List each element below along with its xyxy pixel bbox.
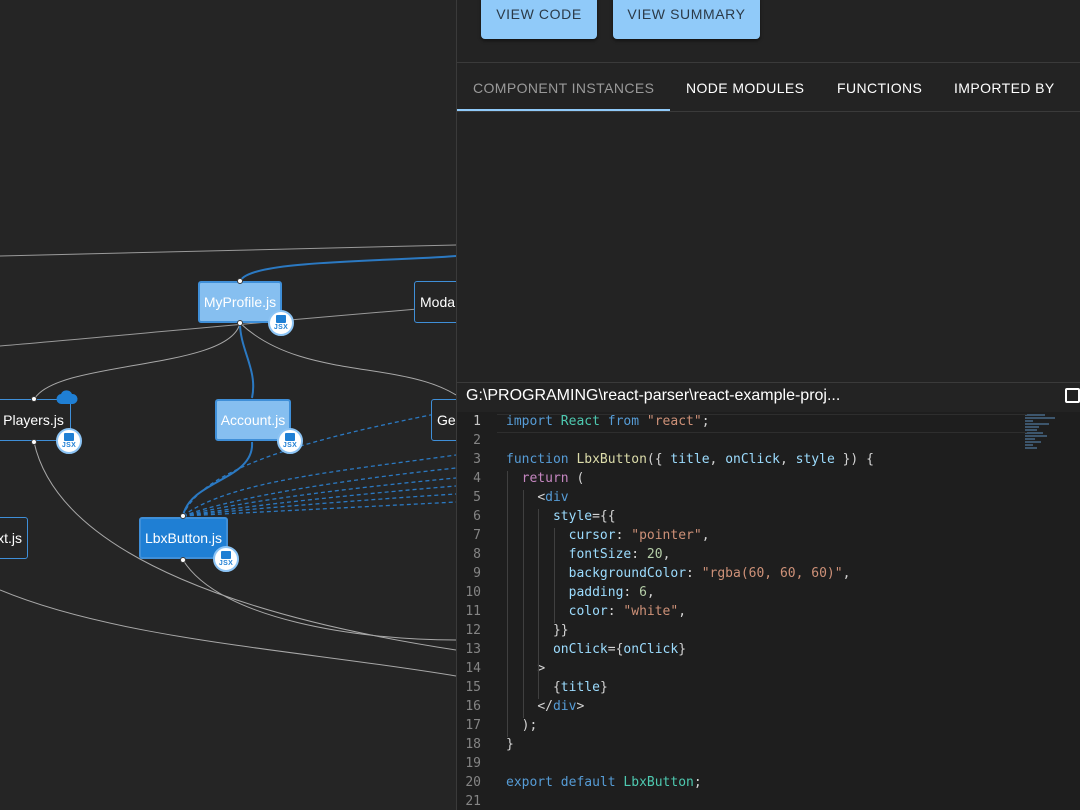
line-number: 20 [465, 775, 481, 790]
line-number: 18 [465, 737, 481, 752]
code-text: backgroundColor: "rgba(60, 60, 60)", [568, 566, 851, 581]
line-number: 11 [465, 604, 481, 619]
maximize-icon[interactable] [1065, 388, 1080, 403]
code-text: > [537, 661, 546, 676]
code-line: 11 color: "white", [457, 604, 1080, 623]
code-text: cursor: "pointer", [568, 528, 710, 543]
code-line: 10 padding: 6, [457, 585, 1080, 604]
code-line: 18} [457, 737, 1080, 756]
code-text: color: "white", [568, 604, 687, 619]
tab-node-modules[interactable]: NODE MODULES [686, 63, 804, 112]
node-port [237, 320, 243, 326]
code-line: 13 onClick={onClick} [457, 642, 1080, 661]
line-number: 6 [473, 509, 481, 524]
code-text: function LbxButton({ title, onClick, sty… [506, 452, 874, 467]
code-text: <div [537, 490, 569, 505]
dependency-graph-canvas[interactable]: MyProfile.js JSX Moda Players.js JSX Acc… [0, 0, 456, 810]
code-line: 3 function LbxButton({ title, onClick, st… [457, 452, 1080, 471]
node-label: LbxButton.js [144, 530, 223, 546]
code-line: 21 [457, 794, 1080, 810]
code-text: {title} [552, 680, 608, 695]
tab-imported-by[interactable]: IMPORTED BY [954, 63, 1055, 112]
jsx-file-icon: JSX [56, 428, 82, 454]
code-line: 4 return ( [457, 471, 1080, 490]
node-label: Players.js [3, 412, 64, 428]
code-line: 2 [457, 433, 1080, 452]
code-line: 16 </div> [457, 699, 1080, 718]
tab-bar: COMPONENT INSTANCES NODE MODULES FUNCTIO… [457, 62, 1080, 112]
line-number: 12 [465, 623, 481, 638]
code-line: 6 style={{ [457, 509, 1080, 528]
code-line: 15 {title} [457, 680, 1080, 699]
line-number: 14 [465, 661, 481, 676]
line-number: 17 [465, 718, 481, 733]
file-path: G:\PROGRAMING\react-parser\react-example… [466, 387, 841, 404]
node-label: Moda [420, 294, 456, 310]
line-number: 7 [473, 528, 481, 543]
line-number: 5 [473, 490, 481, 505]
node-label: Account.js [220, 412, 286, 428]
line-number: 16 [465, 699, 481, 714]
node-port [237, 278, 243, 284]
indent-guide [553, 528, 555, 623]
line-number: 8 [473, 547, 481, 562]
node-port [31, 396, 37, 402]
line-number: 4 [473, 471, 481, 486]
line-number: 13 [465, 642, 481, 657]
indent-guide [522, 490, 524, 718]
code-line: 1 import React from "react"; [457, 414, 1080, 433]
line-number: 3 [473, 452, 481, 467]
node-label: Ge [437, 412, 456, 428]
line-number: 2 [473, 433, 481, 448]
code-text: ); [521, 718, 538, 733]
tab-functions[interactable]: FUNCTIONS [837, 63, 922, 112]
code-text: </div> [537, 699, 585, 714]
jsx-file-icon: JSX [268, 310, 294, 336]
tab-component-instances[interactable]: COMPONENT INSTANCES [473, 63, 654, 112]
jsx-file-icon: JSX [277, 428, 303, 454]
code-line: 20 export default LbxButton; [457, 775, 1080, 794]
line-number: 1 [473, 414, 481, 429]
node-label: MyProfile.js [203, 294, 277, 310]
code-text: fontSize: 20, [568, 547, 671, 562]
code-line: 9 backgroundColor: "rgba(60, 60, 60)", [457, 566, 1080, 585]
graph-node-ge[interactable]: Ge [431, 399, 456, 441]
line-number: 9 [473, 566, 481, 581]
view-code-button[interactable]: VIEW CODE [481, 0, 597, 39]
node-port [180, 557, 186, 563]
code-line: 7 cursor: "pointer", [457, 528, 1080, 547]
node-port [180, 513, 186, 519]
line-number: 15 [465, 680, 481, 695]
code-text: return ( [521, 471, 585, 486]
active-tab-indicator [457, 109, 670, 111]
line-number: 21 [465, 794, 481, 809]
graph-node-modal[interactable]: Moda [414, 281, 456, 323]
code-text: } [506, 737, 514, 752]
code-text: onClick={onClick} [552, 642, 687, 657]
view-summary-button[interactable]: VIEW SUMMARY [613, 0, 760, 39]
code-text: padding: 6, [568, 585, 655, 600]
line-number: 10 [465, 585, 481, 600]
code-line: 8 fontSize: 20, [457, 547, 1080, 566]
code-line: 19 [457, 756, 1080, 775]
node-label: xt.js [0, 530, 22, 546]
code-text: export default LbxButton; [506, 775, 702, 790]
details-panel: VIEW CODE VIEW SUMMARY COMPONENT INSTANC… [456, 0, 1080, 810]
code-line: 17 ); [457, 718, 1080, 737]
line-number: 19 [465, 756, 481, 771]
graph-node-text[interactable]: xt.js [0, 517, 28, 559]
editor-title-bar: G:\PROGRAMING\react-parser\react-example… [457, 382, 1080, 410]
indent-guide [538, 509, 540, 699]
code-editor[interactable]: 1 import React from "react"; 2 3 function Lb… [457, 412, 1080, 810]
jsx-file-icon: JSX [213, 546, 239, 572]
cloud-icon [56, 390, 78, 405]
code-line: 12 }} [457, 623, 1080, 642]
node-port [31, 439, 37, 445]
indent-guide [507, 471, 508, 737]
code-line: 5 <div [457, 490, 1080, 509]
code-line: 14 > [457, 661, 1080, 680]
code-text: import React from "react"; [506, 414, 710, 429]
